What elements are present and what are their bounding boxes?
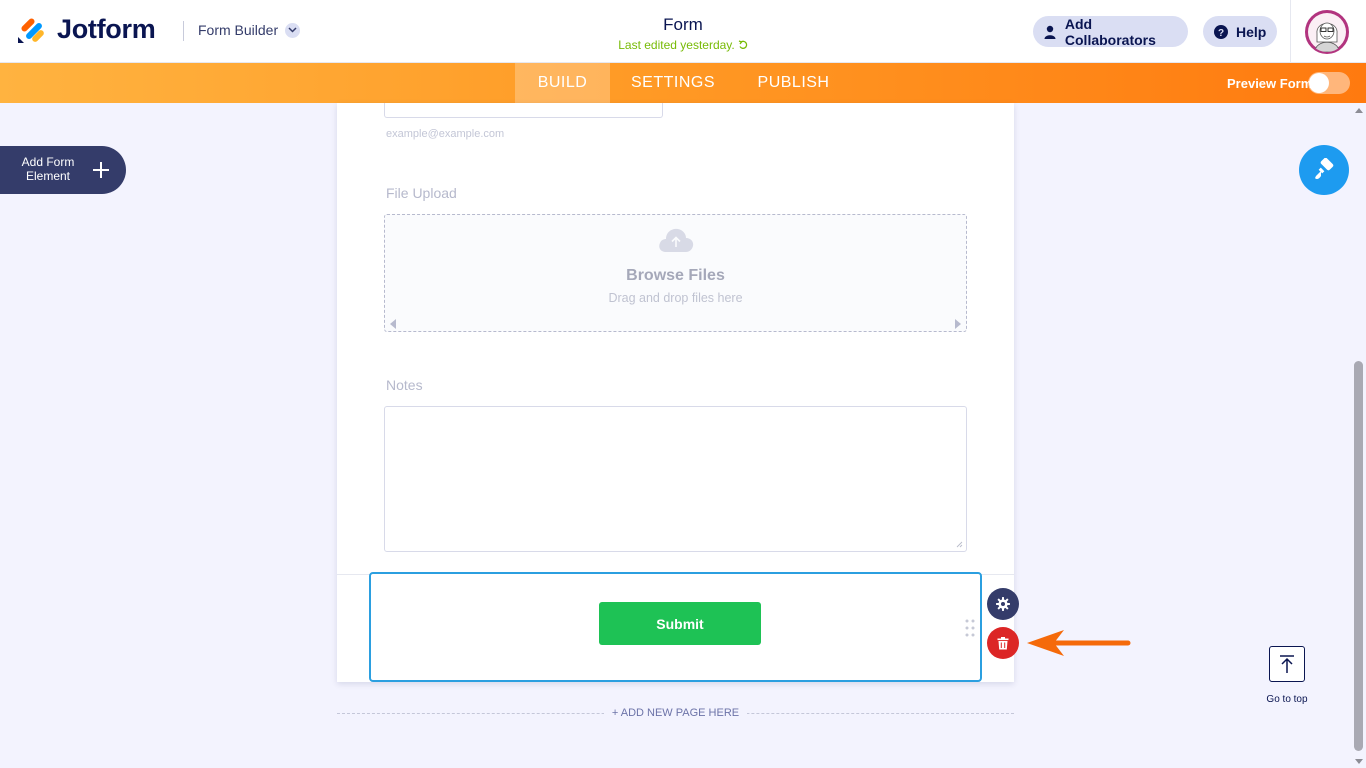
add-collaborators-label: Add Collaborators: [1064, 15, 1156, 48]
file-upload-dropzone[interactable]: Browse Files Drag and drop files here: [384, 214, 967, 332]
svg-text:?: ?: [1217, 28, 1223, 39]
add-form-element-label: Add Form Element: [21, 155, 75, 183]
tab-build[interactable]: BUILD: [515, 63, 610, 103]
form-title-area: Form Last edited yesterday.: [583, 15, 783, 54]
browse-files-text: Browse Files: [626, 267, 725, 284]
trash-icon: [997, 636, 1009, 649]
scroll-left-arrow[interactable]: [390, 319, 396, 329]
form-title[interactable]: Form: [583, 15, 783, 35]
last-edited-text: Last edited yesterday.: [618, 38, 735, 52]
go-to-top-button[interactable]: Go to top: [1258, 646, 1316, 705]
add-collaborators-button[interactable]: Add Collaborators: [1033, 15, 1188, 48]
email-sublabel: example@example.com: [386, 128, 505, 140]
delete-field-button[interactable]: [987, 627, 1019, 659]
add-page-label: + ADD NEW PAGE HERE: [603, 707, 748, 719]
top-header: Jotform Form Builder Form Last edited ye…: [0, 0, 1366, 63]
jotform-logo[interactable]: Jotform: [16, 14, 156, 45]
drag-handle-icon[interactable]: [964, 618, 976, 638]
builder-switch-label: Form Builder: [198, 22, 279, 38]
gear-icon: [996, 597, 1010, 611]
submit-button[interactable]: Submit: [599, 602, 761, 645]
notes-textarea[interactable]: [384, 406, 967, 552]
paint-roller-icon: [1315, 158, 1334, 179]
scroll-down-arrow[interactable]: [1355, 759, 1363, 764]
page-scrollbar[interactable]: [1352, 103, 1366, 768]
brand-name: Jotform: [57, 14, 156, 44]
cloud-upload-icon: [659, 228, 694, 252]
resize-grip-icon[interactable]: [956, 541, 963, 548]
field-settings-button[interactable]: [987, 588, 1019, 620]
form-designer-button[interactable]: [1299, 145, 1349, 195]
scrollbar-thumb[interactable]: [1354, 361, 1363, 751]
avatar[interactable]: [1305, 10, 1349, 54]
arrow-up-to-line-icon: [1269, 646, 1305, 682]
plus-icon: [93, 162, 109, 178]
builder-nav-bar: BUILD SETTINGS PUBLISH Preview Form: [0, 63, 1366, 103]
scroll-up-arrow[interactable]: [1355, 108, 1363, 113]
add-page-text-wrap: + ADD NEW PAGE HERE: [337, 707, 1014, 719]
user-icon: [1043, 24, 1057, 39]
scroll-right-arrow[interactable]: [955, 319, 961, 329]
header-divider: [183, 21, 184, 41]
help-button[interactable]: ? Help: [1203, 16, 1277, 47]
chevron-down-icon: [285, 22, 301, 38]
go-to-top-label: Go to top: [1266, 694, 1308, 705]
preview-form-label: Preview Form: [1227, 76, 1313, 91]
add-form-element-button[interactable]: Add Form Element: [0, 146, 126, 194]
preview-form-toggle[interactable]: [1308, 72, 1350, 94]
undo-icon: [738, 40, 747, 49]
tab-publish[interactable]: PUBLISH: [745, 63, 842, 103]
jotform-logo-icon: [18, 17, 44, 43]
file-upload-label: File Upload: [386, 185, 457, 201]
annotation-arrow-icon: [1027, 630, 1131, 656]
notes-label: Notes: [386, 377, 423, 393]
tab-settings[interactable]: SETTINGS: [620, 63, 726, 103]
help-label: Help: [1236, 23, 1267, 40]
builder-switch-dropdown[interactable]: Form Builder: [198, 22, 301, 38]
toggle-knob: [1309, 73, 1329, 93]
last-edited-status[interactable]: Last edited yesterday.: [618, 38, 748, 52]
add-new-page[interactable]: + ADD NEW PAGE HERE: [337, 707, 1014, 721]
drag-drop-hint: Drag and drop files here: [608, 291, 743, 305]
avatar-area: [1290, 0, 1366, 63]
question-circle-icon: ?: [1213, 24, 1228, 39]
email-input[interactable]: [384, 103, 663, 118]
